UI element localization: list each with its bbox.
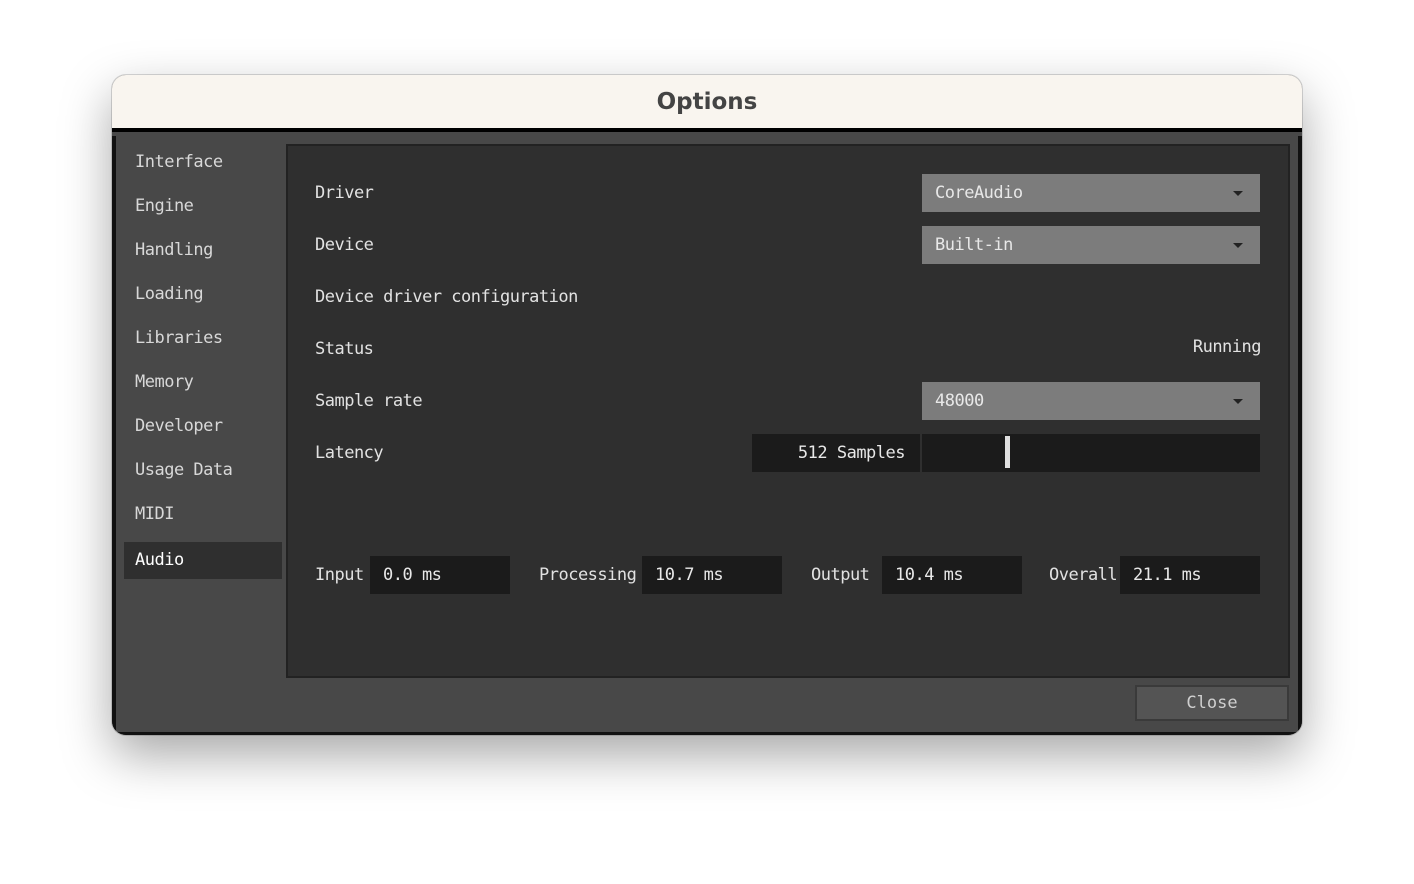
sidebar-item-developer[interactable]: Developer (124, 406, 282, 450)
sidebar-item-libraries[interactable]: Libraries (124, 318, 282, 362)
sidebar-item-midi[interactable]: MIDI (124, 494, 282, 538)
chevron-down-icon (1233, 243, 1243, 248)
overall-label: Overall (1049, 565, 1118, 585)
driver-value: CoreAudio (935, 183, 1023, 203)
sidebar: Interface Engine Handling Loading Librar… (124, 142, 282, 579)
latency-slider[interactable] (922, 434, 1260, 472)
device-dropdown[interactable]: Built-in (922, 226, 1260, 264)
chevron-down-icon (1233, 191, 1243, 196)
sidebar-item-audio[interactable]: Audio (124, 542, 282, 579)
options-window: Options Interface Engine Handling Loadin… (112, 75, 1302, 735)
status-label: Status (315, 339, 374, 359)
latency-slider-handle[interactable] (1004, 436, 1010, 468)
driver-label: Driver (315, 183, 374, 203)
device-driver-configuration-label[interactable]: Device driver configuration (315, 287, 578, 307)
sidebar-item-engine[interactable]: Engine (124, 186, 282, 230)
output-latency-value: 10.4 ms (882, 556, 1022, 594)
audio-panel: Driver CoreAudio Device Built-in Device … (286, 144, 1290, 678)
status-value: Running (1192, 337, 1262, 357)
sample-rate-dropdown[interactable]: 48000 (922, 382, 1260, 420)
sidebar-item-memory[interactable]: Memory (124, 362, 282, 406)
chevron-down-icon (1233, 399, 1243, 404)
overall-latency-value: 21.1 ms (1120, 556, 1260, 594)
output-label: Output (811, 565, 870, 585)
sidebar-item-loading[interactable]: Loading (124, 274, 282, 318)
input-label: Input (315, 565, 364, 585)
latency-label: Latency (315, 443, 384, 463)
device-value: Built-in (935, 235, 1013, 255)
processing-label: Processing (539, 565, 637, 585)
close-button[interactable]: Close (1135, 685, 1289, 721)
window-body: Interface Engine Handling Loading Librar… (112, 136, 1302, 735)
window-title: Options (656, 88, 758, 115)
driver-dropdown[interactable]: CoreAudio (922, 174, 1260, 212)
processing-latency-value: 10.7 ms (642, 556, 782, 594)
sidebar-item-handling[interactable]: Handling (124, 230, 282, 274)
title-bar: Options (112, 75, 1302, 132)
device-label: Device (315, 235, 374, 255)
sidebar-item-usage-data[interactable]: Usage Data (124, 450, 282, 494)
sidebar-item-interface[interactable]: Interface (124, 142, 282, 186)
sample-rate-label: Sample rate (315, 391, 423, 411)
latency-value: 512 Samples (752, 434, 920, 472)
input-latency-value: 0.0 ms (370, 556, 510, 594)
sample-rate-value: 48000 (935, 391, 984, 411)
